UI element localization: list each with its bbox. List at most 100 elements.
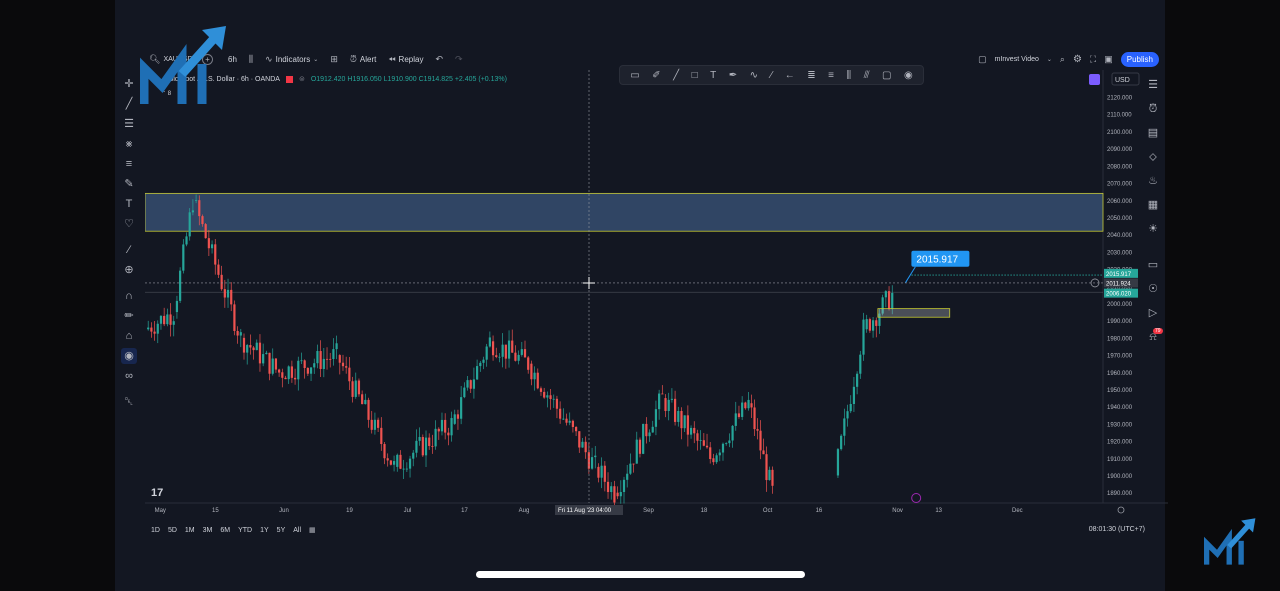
- candle-body-197: [836, 449, 840, 476]
- range-3m[interactable]: 3M: [203, 527, 213, 534]
- range-1d[interactable]: 1D: [151, 527, 160, 534]
- time-tick-12: 13: [935, 508, 942, 514]
- time-tick-10: 16: [816, 508, 823, 514]
- home-indicator: [476, 571, 805, 578]
- ruler-icon[interactable]: ∕: [121, 242, 137, 258]
- callout-tool-icon[interactable]: ▭: [630, 70, 639, 81]
- candle-body-61: [341, 362, 345, 367]
- fullscreen-icon[interactable]: ⛶: [1090, 54, 1096, 65]
- replay-button[interactable]: ⏪︎ Replay: [388, 54, 423, 65]
- candle-body-109: [495, 355, 498, 357]
- pencil-tool-icon[interactable]: ✐: [652, 70, 660, 81]
- compare-icon: [1089, 74, 1100, 85]
- fib-retracement-icon[interactable]: ☰: [121, 116, 137, 132]
- text-icon[interactable]: T: [710, 70, 716, 81]
- fib-icon[interactable]: ≡: [828, 70, 834, 81]
- layers-icon[interactable]: ⬦: [1144, 148, 1162, 166]
- watchlist-icon[interactable]: ☰: [1144, 76, 1162, 94]
- chat-icon[interactable]: ▭: [1144, 256, 1162, 274]
- ray-icon[interactable]: ∕: [771, 70, 773, 81]
- time-tick-13: Dec: [1012, 508, 1023, 514]
- chevron-down-icon[interactable]: ⌄: [1047, 56, 1052, 63]
- brush-icon[interactable]: ✎: [121, 176, 137, 192]
- crosshair-icon[interactable]: ✛: [121, 76, 137, 92]
- range-all[interactable]: All: [293, 527, 301, 534]
- cursor-options-icon[interactable]: ◉: [904, 70, 913, 81]
- pattern-icon[interactable]: ⨳: [121, 136, 137, 152]
- horizontal-ray-icon[interactable]: ←: [785, 70, 795, 81]
- zigzag-icon[interactable]: ∿: [750, 70, 758, 81]
- pen-icon[interactable]: ✒: [729, 70, 737, 81]
- candle-body-200: [846, 411, 849, 419]
- gear-icon[interactable]: ⚙: [1073, 54, 1082, 65]
- range-5y[interactable]: 5Y: [277, 527, 286, 534]
- lock-icon[interactable]: ⌂: [121, 328, 137, 344]
- candle-body-97: [456, 414, 460, 419]
- candle-body-214: [891, 292, 894, 310]
- broadcast-icon[interactable]: ▷: [1144, 304, 1162, 322]
- comment-icon[interactable]: ▢: [882, 70, 891, 81]
- candle-body-95: [450, 418, 453, 436]
- ideas-bulb-icon[interactable]: ☀: [1144, 220, 1162, 238]
- price-tick-13: 1990.000: [1107, 319, 1133, 325]
- range-5d[interactable]: 5D: [168, 527, 177, 534]
- alert-button[interactable]: ⏰︎ Alert: [350, 54, 376, 65]
- rectangle-tool-icon[interactable]: □: [692, 70, 698, 81]
- candle-body-16: [198, 200, 201, 217]
- candle-body-64: [351, 381, 354, 397]
- letterbox-left: [0, 0, 115, 591]
- trash-icon[interactable]: ␡: [121, 394, 137, 410]
- candle-body-105: [482, 359, 485, 363]
- range-6m[interactable]: 6M: [220, 527, 230, 534]
- help-icon[interactable]: ☉: [1144, 280, 1162, 298]
- link-icon[interactable]: ∞: [121, 368, 137, 384]
- hotlist-fire-icon[interactable]: ♨: [1144, 172, 1162, 190]
- text-tool-icon[interactable]: T: [121, 196, 137, 212]
- goto-date-icon[interactable]: ▦: [309, 526, 316, 534]
- time-tick-8: 18: [701, 508, 708, 514]
- range-ytd[interactable]: YTD: [238, 527, 252, 534]
- camera-icon[interactable]: ▣: [1104, 54, 1113, 65]
- undo-button[interactable]: ↶: [435, 54, 443, 65]
- stay-drawing-icon[interactable]: ✏: [121, 308, 137, 324]
- range-1y[interactable]: 1Y: [260, 527, 269, 534]
- price-tick-6: 2060.000: [1107, 199, 1133, 205]
- candle-body-204: [859, 354, 862, 374]
- layout-name[interactable]: mInvest Video: [995, 56, 1039, 63]
- indicators-button[interactable]: ∿ Indicators ⌄: [265, 54, 318, 65]
- candle-body-106: [485, 346, 488, 360]
- range-1m[interactable]: 1M: [185, 527, 195, 534]
- layout-square-icon[interactable]: ▢: [978, 54, 987, 65]
- magnet-icon[interactable]: ∩: [121, 288, 137, 304]
- chart-type-button[interactable]: ⫼: [249, 54, 253, 65]
- redo-icon: ↷: [455, 53, 463, 64]
- quick-search-icon[interactable]: ⌕: [1060, 54, 1065, 65]
- alarm-clock-icon: ⏰︎: [349, 53, 357, 64]
- price-chart[interactable]: Gold Spot / U.S. Dollar · 6h · OANDA ⊜ O…: [145, 70, 1168, 520]
- price-tick-7: 2050.000: [1107, 216, 1133, 222]
- forecast-icon[interactable]: ≡: [121, 156, 137, 172]
- candle-body-57: [329, 358, 332, 360]
- calendar-icon[interactable]: ▦: [1144, 196, 1162, 214]
- candle-body-129: [559, 408, 562, 419]
- line-tool-icon[interactable]: ╱: [673, 70, 679, 81]
- layouts-button[interactable]: ⊞: [330, 54, 338, 65]
- candle-body-102: [472, 379, 476, 389]
- zoom-in-icon[interactable]: ⊕: [121, 262, 137, 278]
- legend-settings-icon[interactable]: ⊜: [299, 75, 305, 83]
- heart-icon[interactable]: ♡: [121, 216, 137, 232]
- bars-pattern-icon[interactable]: ⫼: [846, 70, 851, 81]
- screen-recording-frame: 🔍︎ XAUUSD + 6h ⫼ ∿ Indicators ⌄ ⊞ ⏰︎ Ale…: [0, 0, 1280, 591]
- data-window-icon[interactable]: ▤: [1144, 124, 1162, 142]
- hide-drawings-icon[interactable]: ◉: [121, 348, 137, 364]
- candles-pattern-icon[interactable]: ⫻: [864, 70, 870, 81]
- parallel-channel-icon[interactable]: ≣: [807, 70, 815, 81]
- trend-line-icon[interactable]: ╱: [121, 96, 137, 112]
- chart-clock[interactable]: 08:01:30 (UTC+7): [1089, 526, 1145, 533]
- publish-button[interactable]: Publish: [1120, 51, 1159, 67]
- alarm-clock-icon[interactable]: ⏰︎: [1144, 100, 1162, 118]
- redo-button[interactable]: ↷: [455, 54, 463, 65]
- chart-canvas[interactable]: USD 2015.917 2120.000 2110.000 2100.000 2090.…: [145, 70, 1168, 520]
- candle-body-209: [875, 320, 878, 326]
- candle-body-53: [316, 351, 319, 364]
